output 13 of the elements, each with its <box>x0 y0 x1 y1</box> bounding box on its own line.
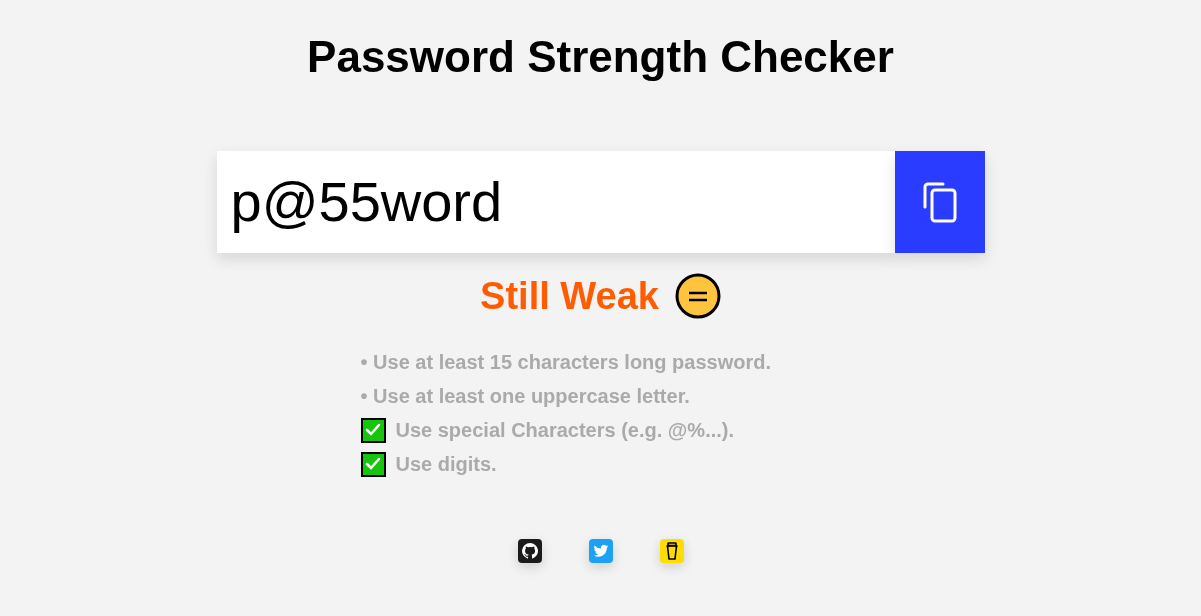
strength-label: Still Weak <box>480 274 659 319</box>
copy-button[interactable] <box>894 151 985 253</box>
password-field[interactable]: p@55word <box>216 151 895 253</box>
page-title: Password Strength Checker <box>307 31 894 83</box>
neutral-face-icon <box>674 273 721 319</box>
rule-text: • Use at least one uppercase letter. <box>360 384 690 409</box>
cup-icon[interactable] <box>659 539 684 563</box>
rule-text: Use special Characters (e.g. @%...). <box>395 418 735 443</box>
rule-text: • Use at least 15 characters long password. <box>360 350 771 375</box>
copy-icon <box>922 181 957 223</box>
github-icon[interactable] <box>517 539 542 563</box>
rule-text: Use digits. <box>395 452 497 477</box>
bird-icon[interactable] <box>588 539 613 563</box>
